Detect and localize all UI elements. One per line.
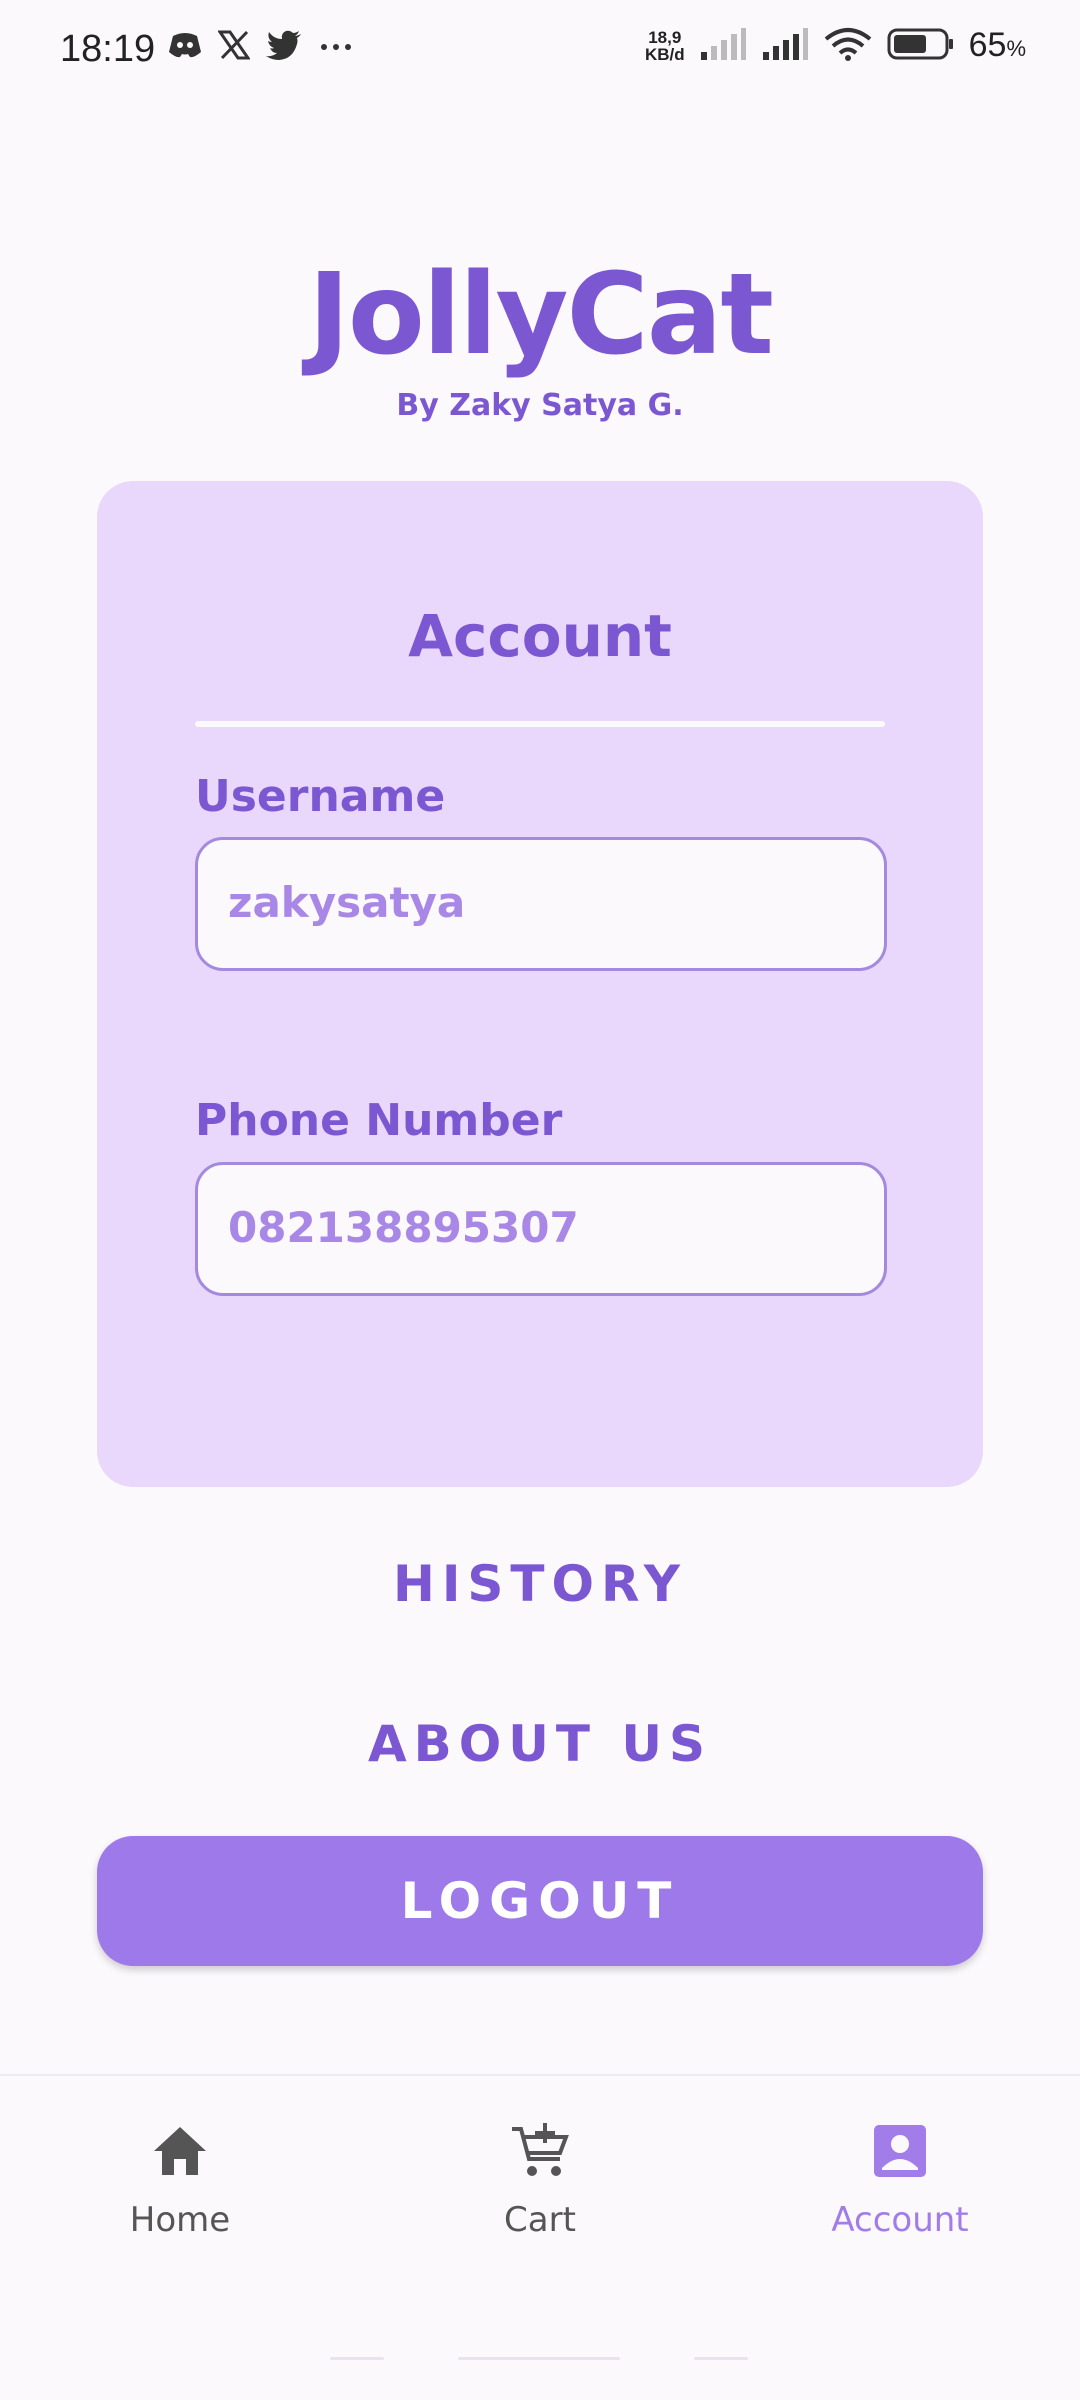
signal-weak-icon [699, 27, 747, 64]
phone-value: 082138895307 [228, 1203, 579, 1252]
network-speed-unit: KB/d [644, 44, 685, 64]
app-subtitle: By Zaky Satya G. [396, 388, 684, 423]
nav-label-home: Home [129, 2200, 231, 2240]
x-icon [218, 30, 250, 60]
battery-percent-symbol: % [1006, 36, 1026, 61]
gesture-bar-center [458, 2357, 620, 2360]
account-card-title: Account [408, 602, 672, 670]
phone-field[interactable]: 082138895307 [195, 1162, 887, 1296]
battery-icon [887, 28, 955, 64]
nav-label-account: Account [831, 2200, 969, 2240]
discord-icon [168, 30, 202, 60]
account-box-icon [720, 2116, 1080, 2186]
app-title: JollyCat [308, 250, 774, 380]
username-field[interactable]: zakysatya [195, 837, 887, 971]
status-time: 18:19 [60, 28, 156, 70]
bottom-nav: Home Cart Account [0, 2074, 1080, 2276]
twitter-icon [266, 30, 302, 60]
battery-percent: 65% [969, 26, 1026, 65]
status-indicators: 18,9 KB/d 65% [645, 26, 1026, 65]
logout-button[interactable]: LOGOUT [97, 1836, 983, 1966]
account-card: Account Username zakysatya Phone Number … [97, 481, 983, 1487]
status-bar: 18:19 18,9 KB/d 65% [0, 0, 1080, 104]
battery-percent-value: 65 [968, 26, 1007, 64]
more-icon [318, 30, 354, 60]
signal-strong-icon [761, 27, 809, 64]
username-label: Username [195, 771, 446, 822]
username-value: zakysatya [228, 878, 466, 927]
gesture-bar-left [330, 2357, 384, 2360]
notification-icons [168, 30, 354, 60]
wifi-icon [823, 27, 873, 65]
network-speed-value: 18,9 [648, 27, 682, 47]
history-button[interactable]: HISTORY [0, 1555, 1080, 1613]
card-divider [195, 721, 885, 727]
nav-item-account[interactable]: Account [720, 2116, 1080, 2240]
gesture-bar-right [694, 2357, 748, 2360]
home-icon [0, 2116, 360, 2186]
nav-item-home[interactable]: Home [0, 2116, 360, 2240]
phone-label: Phone Number [195, 1095, 563, 1146]
about-us-button[interactable]: ABOUT US [0, 1715, 1080, 1773]
network-speed: 18,9 KB/d [645, 29, 685, 63]
nav-item-cart[interactable]: Cart [360, 2116, 720, 2240]
nav-label-cart: Cart [504, 2200, 576, 2240]
cart-add-icon [360, 2116, 720, 2186]
